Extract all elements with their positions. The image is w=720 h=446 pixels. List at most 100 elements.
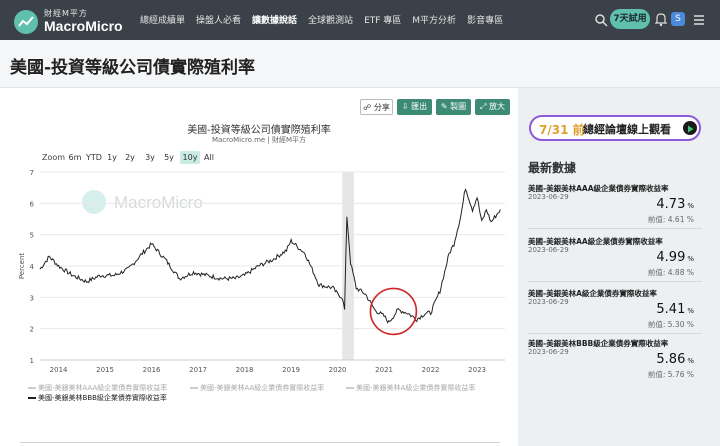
card-divider <box>528 333 702 334</box>
promo-date: 7/31 前 <box>539 123 585 137</box>
x-tick-label: 2018 <box>236 366 254 374</box>
logo-english-text: MacroMicro <box>44 18 123 34</box>
nav-item-etf[interactable]: ETF 專區 <box>364 13 401 26</box>
chart-title: 美國-投資等級公司債實際殖利率 <box>187 125 331 136</box>
card-prev-label: 前值: <box>647 215 666 224</box>
title-bar: 美國-投資等級公司債實際殖利率 <box>0 40 720 88</box>
avatar[interactable]: S <box>671 12 685 26</box>
nav-item-video[interactable]: 影音專區 <box>467 13 503 26</box>
legend-item-a[interactable]: 美國-美銀美林A級企業債券實際收益率 <box>346 383 475 393</box>
pencil-icon: ✎ <box>440 102 448 111</box>
page-title: 美國-投資等級公司債實際殖利率 <box>10 58 256 78</box>
y-tick-label: 3 <box>30 294 34 302</box>
card-unit: % <box>687 357 694 365</box>
trial-button[interactable]: 7天試用 <box>610 9 650 29</box>
line-chart[interactable]: 1 2 3 4 5 6 7 Percent 2014 2015 2016 2017 2018 2019 20… <box>0 160 518 380</box>
menu-icon[interactable] <box>692 12 706 26</box>
bottom-divider <box>20 442 500 443</box>
card-previous: 前值: 4.61 % <box>648 214 694 225</box>
legend-item-aa[interactable]: 美國-美銀美林AA級企業債券實際收益率 <box>190 383 324 393</box>
y-tick-label: 7 <box>30 169 34 177</box>
legend-aaa-label: 美國-美銀美林AAA級企業債券實際收益率 <box>38 384 168 392</box>
data-card-bbb[interactable]: 美國-美銀美林BBB級企業債券實際收益率 2023-06-29 5.86% 前值… <box>528 338 702 386</box>
share-label: 分享 <box>373 103 390 112</box>
nav-item-analysis[interactable]: M平方分析 <box>412 13 456 26</box>
card-date: 2023-06-29 <box>528 246 569 254</box>
export-label: 匯出 <box>411 102 428 111</box>
play-icon[interactable] <box>683 121 697 135</box>
card-divider <box>528 228 702 229</box>
card-value: 5.41% <box>656 302 694 317</box>
card-prev-label: 前值: <box>647 268 666 277</box>
card-prev-value: 5.30 % <box>667 320 694 329</box>
make-chart-label: 製圖 <box>450 102 467 111</box>
x-tick-label: 2014 <box>50 366 68 374</box>
card-date: 2023-06-29 <box>528 193 569 201</box>
card-prev-label: 前值: <box>647 320 666 329</box>
nav-item-scorecard[interactable]: 總經成績單 <box>140 13 185 26</box>
card-divider <box>528 281 702 282</box>
card-prev-value: 4.61 % <box>667 215 694 224</box>
search-icon[interactable] <box>594 12 608 27</box>
data-card-a[interactable]: 美國-美銀美林A級企業債券實際收益率 2023-06-29 5.41% 前值: … <box>528 288 702 336</box>
card-prev-value: 5.76 % <box>667 370 694 379</box>
card-unit: % <box>687 307 694 315</box>
card-value-number: 5.86 <box>656 352 686 367</box>
share-icon: ☍ <box>363 103 372 112</box>
legend-aa-label: 美國-美銀美林AA級企業債券實際收益率 <box>200 384 325 392</box>
series-line-bbb <box>39 188 501 324</box>
nav-item-global[interactable]: 全球觀測站 <box>308 13 353 26</box>
legend-a-label: 美國-美銀美林A級企業債券實際收益率 <box>356 384 476 392</box>
promo-banner[interactable]: 7/31 前 總經論壇線上觀看 <box>529 115 701 141</box>
card-previous: 前值: 5.76 % <box>648 369 694 380</box>
x-tick-label: 2017 <box>189 366 207 374</box>
x-tick-label: 2021 <box>375 366 393 374</box>
site-logo[interactable]: 財經M平方 MacroMicro <box>14 7 124 35</box>
card-date: 2023-06-29 <box>528 298 569 306</box>
fullscreen-label: 放大 <box>488 102 505 111</box>
card-prev-value: 4.88 % <box>667 268 694 277</box>
nav-item-trader[interactable]: 操盤人必看 <box>196 13 241 26</box>
bell-icon[interactable] <box>654 11 668 27</box>
download-icon: ⇩ <box>401 102 409 111</box>
y-tick-label: 6 <box>30 200 35 208</box>
main-nav: 總經成績單 操盤人必看 讓數據說話 全球觀測站 ETF 專區 M平方分析 影音專… <box>140 13 514 26</box>
card-unit: % <box>687 202 694 210</box>
y-axis-label: Percent <box>18 253 26 280</box>
y-tick-label: 4 <box>30 263 35 271</box>
legend-item-bbb[interactable]: 美國-美銀美林BBB級企業債券實際收益率 <box>28 393 167 403</box>
y-tick-label: 2 <box>30 326 34 334</box>
nav-item-data[interactable]: 讓數據說話 <box>252 13 297 26</box>
y-tick-label: 1 <box>30 357 34 365</box>
make-chart-button[interactable]: ✎ 製圖 <box>436 99 471 115</box>
x-tick-label: 2023 <box>468 366 486 374</box>
card-value: 4.73% <box>656 197 694 212</box>
expand-icon: ⤢ <box>480 102 487 111</box>
legend-bbb-label: 美國-美銀美林BBB級企業債券實際收益率 <box>38 394 167 402</box>
highlight-circle <box>369 287 418 336</box>
card-previous: 前值: 4.88 % <box>648 267 694 278</box>
legend-item-aaa[interactable]: 美國-美銀美林AAA級企業債券實際收益率 <box>28 383 167 393</box>
x-tick-label: 2016 <box>143 366 161 374</box>
data-card-aaa[interactable]: 美國-美銀美林AAA級企業債券實際收益率 2023-06-29 4.73% 前值… <box>528 183 702 231</box>
card-value: 4.99% <box>656 250 694 265</box>
y-tick-label: 5 <box>30 232 34 240</box>
x-tick-label: 2022 <box>422 366 440 374</box>
share-button[interactable]: ☍ 分享 <box>360 99 393 115</box>
x-tick-label: 2015 <box>96 366 114 374</box>
latest-data-title: 最新數據 <box>528 161 577 175</box>
data-card-aa[interactable]: 美國-美銀美林AA級企業債券實際收益率 2023-06-29 4.99% 前值:… <box>528 236 702 284</box>
export-button[interactable]: ⇩ 匯出 <box>397 99 432 115</box>
top-navbar: 財經M平方 MacroMicro 總經成績單 操盤人必看 讓數據說話 全球觀測站… <box>0 0 720 40</box>
card-prev-label: 前值: <box>647 370 666 379</box>
card-value-number: 4.99 <box>656 250 686 265</box>
card-date: 2023-06-29 <box>528 348 569 356</box>
card-previous: 前值: 5.30 % <box>648 319 694 330</box>
card-value-number: 4.73 <box>656 197 686 212</box>
card-value-number: 5.41 <box>656 302 686 317</box>
card-unit: % <box>687 255 694 263</box>
fullscreen-button[interactable]: ⤢ 放大 <box>475 99 510 115</box>
logo-mark-icon <box>14 10 38 34</box>
chart-subtitle: MacroMicro.me | 財經M平方 <box>211 136 307 144</box>
x-tick-label: 2019 <box>282 366 300 374</box>
